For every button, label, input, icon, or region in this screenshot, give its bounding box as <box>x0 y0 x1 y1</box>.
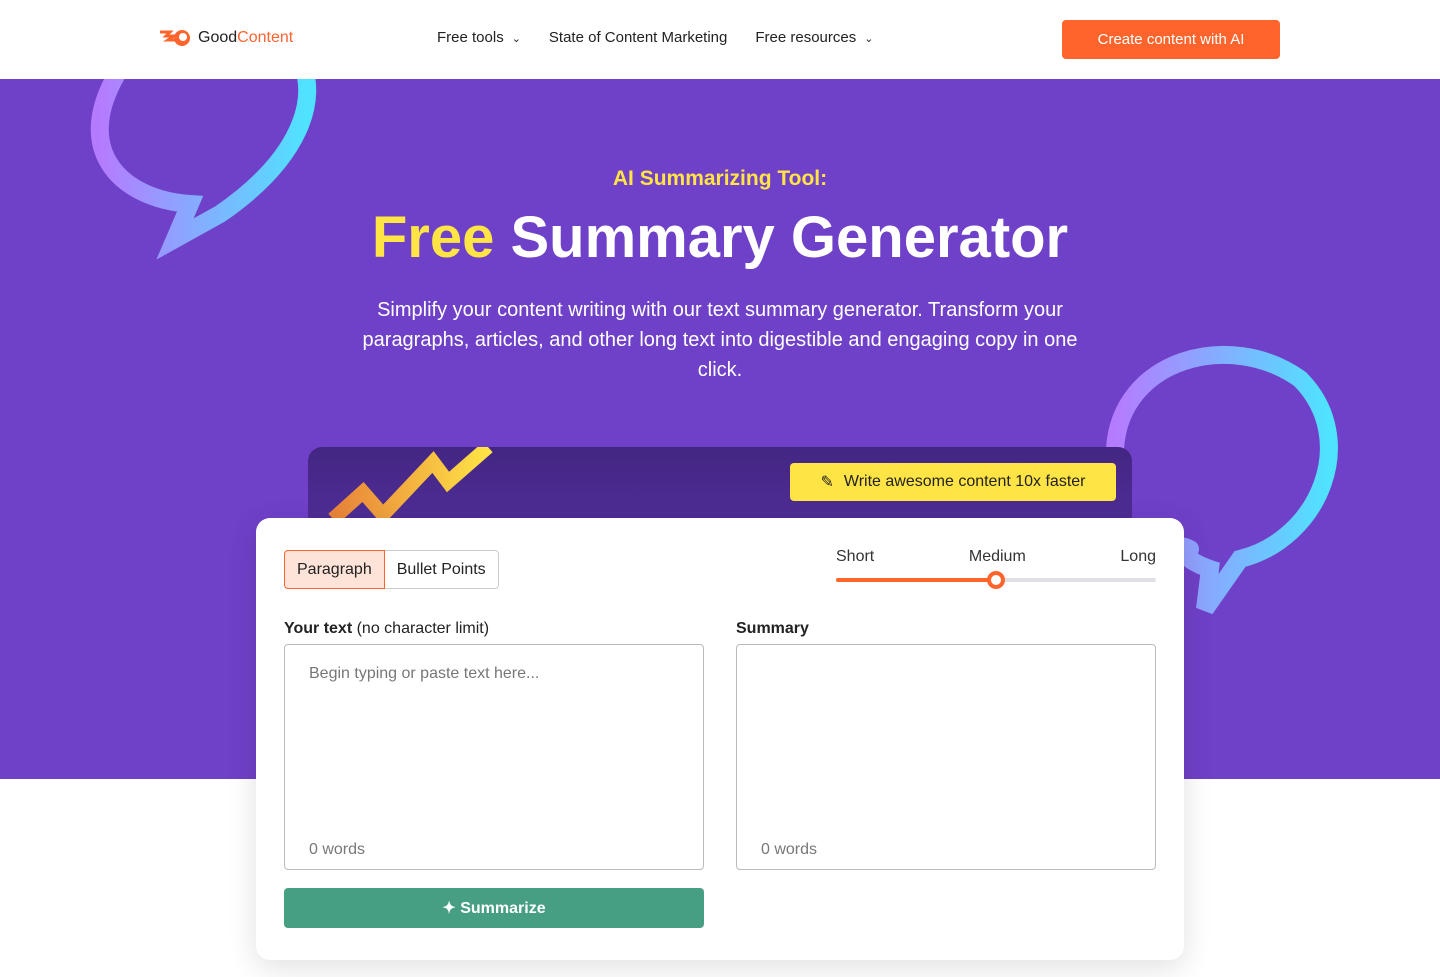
write-content-button[interactable]: ✎ Write awesome content 10x faster <box>790 463 1116 501</box>
slider-thumb[interactable] <box>987 571 1005 589</box>
create-content-button[interactable]: Create content with AI <box>1062 20 1280 59</box>
summary-word-count: 0 words <box>761 841 818 858</box>
nav-free-tools[interactable]: Free tools ⌄ <box>437 29 521 46</box>
logo-text-accent: Content <box>237 29 294 46</box>
chevron-down-icon: ⌄ <box>864 33 874 45</box>
logo-icon <box>160 30 190 46</box>
slider-track[interactable] <box>836 571 1156 589</box>
hero-description: Simplify your content writing with our t… <box>362 299 1078 381</box>
page-title: Free Summary Generator <box>371 205 1069 270</box>
chevron-down-icon: ⌄ <box>511 33 521 45</box>
tab-paragraph[interactable]: Paragraph <box>284 550 385 589</box>
nav-state-of-content[interactable]: State of Content Marketing <box>549 29 727 46</box>
magic-wand-icon: ✦ <box>442 900 456 917</box>
summarize-button[interactable]: ✦ Summarize <box>284 888 704 928</box>
top-nav: GoodContent Free tools ⌄ State of Content… <box>0 0 1440 79</box>
input-word-count: 0 words <box>309 841 366 858</box>
input-label: Your text (no character limit) <box>284 620 490 637</box>
input-box: 0 words <box>284 644 704 870</box>
nav-free-resources[interactable]: Free resources ⌄ <box>755 29 873 46</box>
logo[interactable]: GoodContent <box>160 28 293 48</box>
summarizer-tool: Paragraph Bullet Points Short Medium Long … <box>256 518 1184 960</box>
slider-fill <box>836 578 996 582</box>
summary-label: Summary <box>736 620 809 637</box>
format-toggle: Paragraph Bullet Points <box>284 550 499 589</box>
eyebrow: AI Summarizing Tool: <box>612 167 828 190</box>
summary-output: 0 words <box>736 644 1156 870</box>
logo-text: Good <box>198 29 238 46</box>
length-slider[interactable]: Short Medium Long <box>836 548 1156 589</box>
text-input[interactable] <box>309 665 679 815</box>
tab-bullet-points[interactable]: Bullet Points <box>384 550 499 589</box>
length-short[interactable]: Short <box>836 548 874 566</box>
edit-icon: ✎ <box>820 474 834 491</box>
length-medium[interactable]: Medium <box>969 548 1026 566</box>
growth-arrow-decoration <box>328 447 493 519</box>
length-long[interactable]: Long <box>1120 548 1156 566</box>
